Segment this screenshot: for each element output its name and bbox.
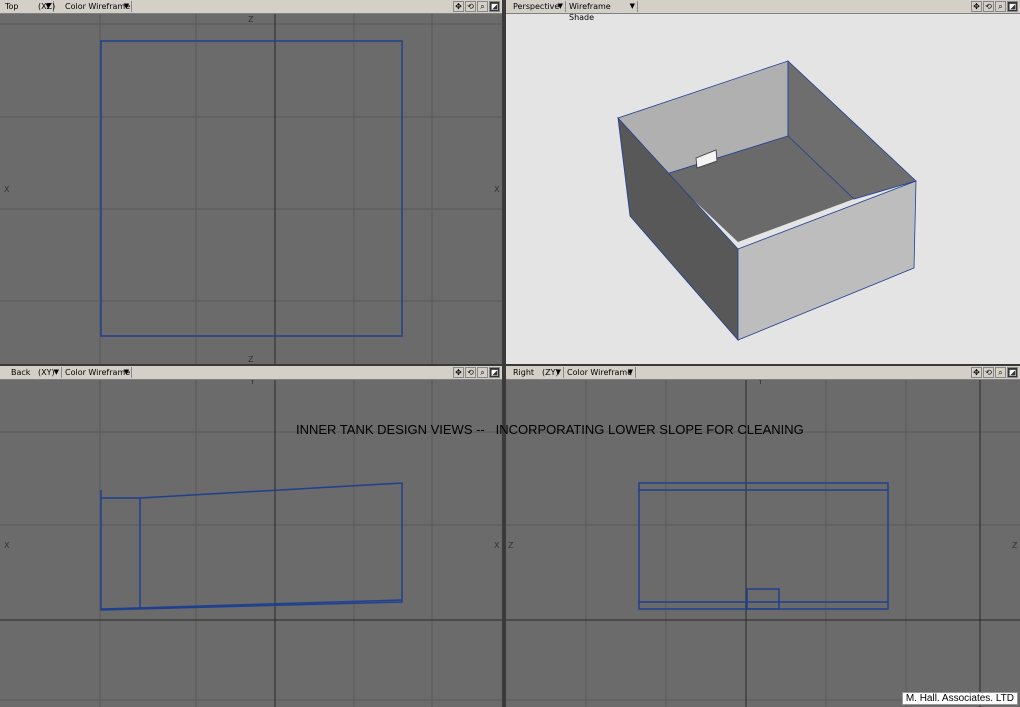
chevron-down-icon: ▼ bbox=[629, 2, 635, 10]
axis-label-x-right: X bbox=[494, 185, 500, 194]
rotate-icon[interactable]: ⟲ bbox=[465, 1, 476, 12]
render-mode-label: Color Wireframe bbox=[65, 368, 131, 377]
view-select[interactable]: Perspective ▼ bbox=[510, 1, 566, 12]
view-label: Perspective bbox=[513, 2, 560, 11]
viewport-top[interactable]: Top (XZ) ▼ Color Wireframe ▼ ✥ ⟲ ⌕ ◩ Z Z bbox=[0, 0, 502, 364]
viewport-tools: ✥ ⟲ ⌕ ◩ bbox=[453, 1, 500, 12]
chevron-down-icon: ▼ bbox=[123, 2, 129, 10]
view-select[interactable]: Back (XY) ▼ bbox=[8, 367, 62, 378]
axis-label-x-left: X bbox=[4, 185, 10, 194]
render-mode-label: Color Wireframe bbox=[567, 368, 633, 377]
tank-outline-top bbox=[100, 40, 403, 337]
viewport-tools: ✥ ⟲ ⌕ ◩ bbox=[971, 1, 1018, 12]
render-mode-select[interactable]: Color Wireframe ▼ bbox=[62, 367, 132, 378]
view-label: Right bbox=[513, 368, 535, 377]
viewport-back[interactable]: Back (XY) ▼ Color Wireframe ▼ ✥ ⟲ ⌕ ◩ Y … bbox=[0, 366, 502, 707]
chevron-down-icon: ▼ bbox=[627, 368, 633, 376]
perspective-canvas[interactable] bbox=[506, 14, 1020, 364]
rotate-icon[interactable]: ⟲ bbox=[465, 367, 476, 378]
maximize-icon[interactable]: ◩ bbox=[1007, 367, 1018, 378]
move-icon[interactable]: ✥ bbox=[453, 367, 464, 378]
viewport-perspective[interactable]: Perspective ▼ Wireframe Shade ▼ ✥ ⟲ ⌕ ◩ bbox=[506, 0, 1020, 364]
axis-label-y: Y bbox=[757, 380, 763, 386]
viewport-tools: ✥ ⟲ ⌕ ◩ bbox=[453, 367, 500, 378]
maximize-icon[interactable]: ◩ bbox=[489, 1, 500, 12]
zoom-icon[interactable]: ⌕ bbox=[477, 1, 488, 12]
viewport-tools: ✥ ⟲ ⌕ ◩ bbox=[971, 367, 1018, 378]
rotate-icon[interactable]: ⟲ bbox=[983, 1, 994, 12]
zoom-icon[interactable]: ⌕ bbox=[477, 367, 488, 378]
chevron-down-icon: ▼ bbox=[555, 368, 561, 376]
chevron-down-icon: ▼ bbox=[123, 368, 129, 376]
chevron-down-icon: ▼ bbox=[45, 2, 51, 10]
chevron-down-icon: ▼ bbox=[557, 2, 563, 10]
axis-label-y: Y bbox=[249, 380, 255, 386]
axis-label-x-left: X bbox=[4, 541, 10, 550]
tank-outline-back bbox=[100, 482, 403, 611]
tank-outline-right bbox=[638, 482, 889, 610]
view-select[interactable]: Top (XZ) ▼ bbox=[2, 1, 55, 12]
zoom-icon[interactable]: ⌕ bbox=[995, 1, 1006, 12]
axis-label-z-left: Z bbox=[508, 541, 514, 550]
render-mode-select[interactable]: Color Wireframe ▼ bbox=[62, 1, 132, 12]
chevron-down-icon: ▼ bbox=[53, 368, 59, 376]
axis-label-x-right: X bbox=[494, 541, 500, 550]
axis-label-z-bottom: Z bbox=[248, 355, 254, 364]
viewport-toolbar: Back (XY) ▼ Color Wireframe ▼ ✥ ⟲ ⌕ ◩ bbox=[0, 366, 502, 380]
rotate-icon[interactable]: ⟲ bbox=[983, 367, 994, 378]
viewport-toolbar: Right (ZY) ▼ Color Wireframe ▼ ✥ ⟲ ⌕ ◩ bbox=[506, 366, 1020, 380]
move-icon[interactable]: ✥ bbox=[971, 1, 982, 12]
move-icon[interactable]: ✥ bbox=[971, 367, 982, 378]
drawing-title: INNER TANK DESIGN VIEWS -- INCORPORATING… bbox=[296, 422, 804, 437]
credit-label: M. Hall. Associates. LTD bbox=[901, 692, 1018, 705]
zoom-icon[interactable]: ⌕ bbox=[995, 367, 1006, 378]
render-mode-select[interactable]: Color Wireframe ▼ bbox=[564, 367, 636, 378]
view-select[interactable]: Right (ZY) ▼ bbox=[510, 367, 564, 378]
viewport-toolbar: Perspective ▼ Wireframe Shade ▼ ✥ ⟲ ⌕ ◩ bbox=[506, 0, 1020, 22]
render-mode-label: Color Wireframe bbox=[65, 2, 131, 11]
top-view-canvas[interactable]: Z Z X X bbox=[0, 14, 502, 364]
axes-label: (XY) bbox=[38, 368, 55, 377]
maximize-icon[interactable]: ◩ bbox=[489, 367, 500, 378]
maximize-icon[interactable]: ◩ bbox=[1007, 1, 1018, 12]
axis-label-z-right: Z bbox=[1012, 541, 1018, 550]
move-icon[interactable]: ✥ bbox=[453, 1, 464, 12]
axis-label-z-top: Z bbox=[248, 15, 254, 24]
viewport-right[interactable]: Right (ZY) ▼ Color Wireframe ▼ ✥ ⟲ ⌕ ◩ Y… bbox=[506, 366, 1020, 707]
render-mode-select[interactable]: Wireframe Shade ▼ bbox=[566, 1, 638, 22]
viewport-toolbar: Top (XZ) ▼ Color Wireframe ▼ ✥ ⟲ ⌕ ◩ bbox=[0, 0, 502, 14]
view-label: Back bbox=[11, 368, 31, 377]
view-label: Top bbox=[5, 2, 19, 11]
